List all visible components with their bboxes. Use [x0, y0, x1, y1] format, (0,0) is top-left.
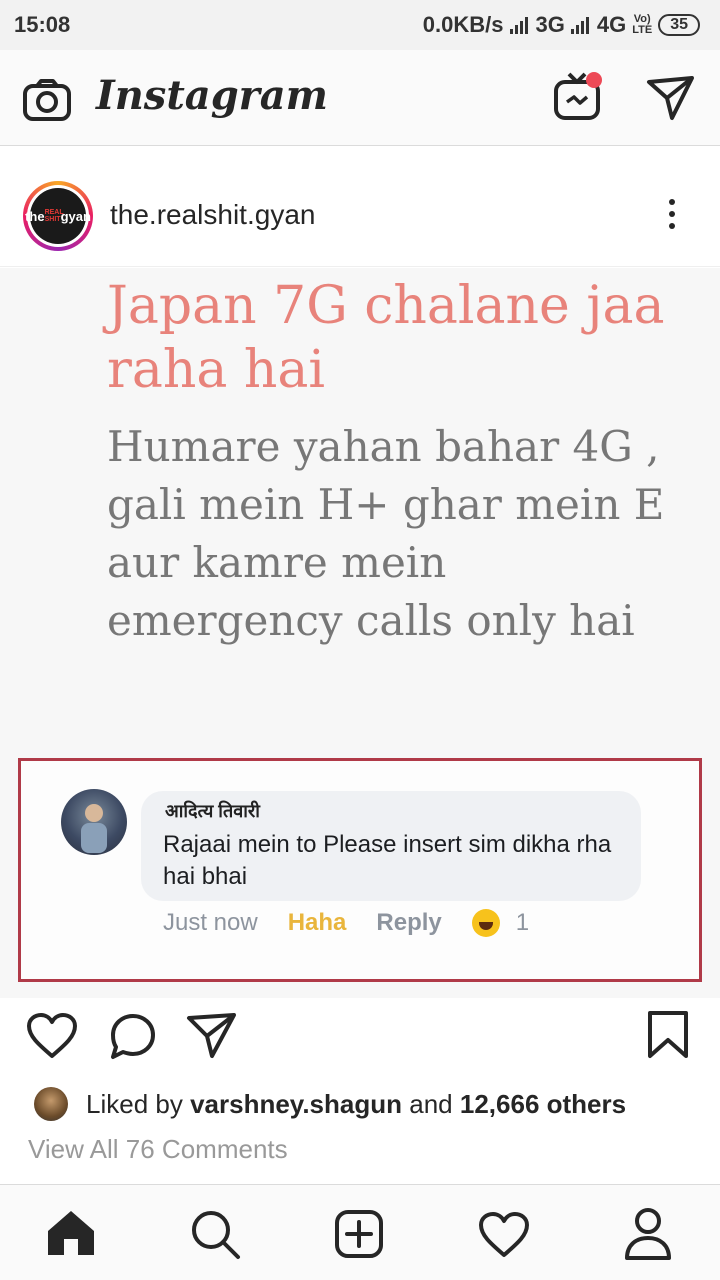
liked-count[interactable]: 12,666 others: [460, 1089, 626, 1120]
igtv-icon[interactable]: [552, 70, 606, 124]
signal-icon: [509, 16, 528, 34]
meme-heading: Japan 7G chalane jaa raha hai: [107, 276, 665, 400]
notification-dot: [586, 72, 602, 88]
likes-summary[interactable]: Liked by varshney.shagun and 12,666 othe…: [34, 1082, 626, 1126]
home-icon[interactable]: [46, 1209, 96, 1257]
comment-author: आदित्य तिवारी: [165, 801, 260, 821]
profile-icon[interactable]: [624, 1207, 672, 1261]
embedded-comment-screenshot: आदित्य तिवारी Rajaai mein to Please inse…: [18, 758, 702, 982]
liked-mid: and: [409, 1088, 453, 1119]
avatar: the REAL SHIT gyan: [25, 188, 91, 244]
status-indicators: 0.0KB/s 3G 4G Vo) LTE 35: [423, 12, 700, 38]
add-post-icon[interactable]: [334, 1209, 384, 1259]
network-speed: 0.0KB/s: [422, 12, 504, 37]
comment-reaction-label: Haha: [287, 909, 347, 936]
signal-icon-2: [570, 16, 589, 34]
bottom-navigation: [0, 1184, 720, 1280]
comment-reply-label: Reply: [376, 909, 442, 936]
app-logo: Instagram: [96, 72, 328, 119]
heart-icon[interactable]: [26, 1012, 78, 1060]
post-header: the REAL SHIT gyan the.realshit.gyan: [0, 147, 720, 267]
haha-emoji-icon: [471, 909, 500, 937]
liked-user[interactable]: varshney.shagun: [190, 1089, 402, 1120]
comment-text: Rajaai mein to Please insert sim dikha r…: [163, 831, 612, 890]
battery-indicator: 35: [658, 14, 700, 36]
more-options-icon[interactable]: [660, 199, 684, 235]
comment-bubble: आदित्य तिवारी Rajaai mein to Please inse…: [141, 791, 641, 901]
post-author-username[interactable]: the.realshit.gyan: [110, 199, 315, 231]
post-author-avatar[interactable]: the REAL SHIT gyan: [23, 181, 93, 251]
activity-heart-icon[interactable]: [478, 1211, 530, 1259]
post-actions: [0, 1000, 720, 1080]
liker-avatar: [34, 1087, 68, 1121]
status-bar: 15:08 0.0KB/s 3G 4G Vo) LTE 35: [0, 0, 720, 50]
meme-body: Humare yahan bahar 4G , gali mein H+ gha…: [107, 422, 665, 645]
network-type-2: 4G: [596, 12, 627, 37]
comment-avatar: [61, 789, 127, 855]
post-image[interactable]: Japan 7G chalane jaa raha hai Humare yah…: [0, 268, 720, 998]
volte-indicator: Vo) LTE: [632, 13, 653, 36]
camera-icon[interactable]: [22, 78, 72, 122]
view-all-comments-link[interactable]: View All 76 Comments: [28, 1134, 288, 1165]
comment-meta: Just now Haha Reply 1: [163, 909, 529, 937]
share-icon[interactable]: [186, 1012, 238, 1060]
comment-time: Just now: [163, 909, 258, 936]
liked-prefix: Liked by: [86, 1088, 183, 1119]
comment-icon[interactable]: [108, 1012, 158, 1062]
network-type-1: 3G: [535, 12, 565, 37]
direct-message-icon[interactable]: [646, 74, 696, 122]
status-time: 15:08: [14, 12, 71, 37]
search-icon[interactable]: [190, 1209, 242, 1261]
bookmark-icon[interactable]: [646, 1010, 690, 1060]
app-header: Instagram: [0, 50, 720, 146]
comment-reaction-count: 1: [515, 909, 530, 936]
